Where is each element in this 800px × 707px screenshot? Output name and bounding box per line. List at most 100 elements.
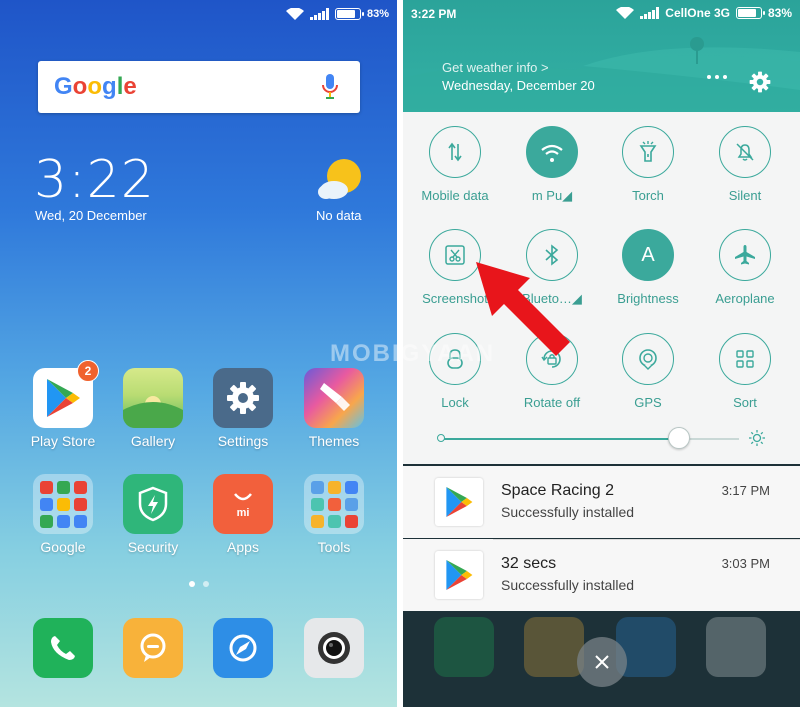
tile-label: Torch [632,188,664,203]
brightness-slider-thumb[interactable] [668,427,690,449]
camera-icon [304,618,364,678]
close-icon [595,655,609,669]
battery-icon [735,7,765,19]
brightness-high-icon [749,430,765,446]
gallery-icon [123,368,183,428]
page-indicator [189,581,209,587]
dock-phone[interactable] [23,618,103,678]
dock-browser[interactable] [203,618,283,678]
google-logo: Google [54,73,137,100]
signal-icon [640,7,660,19]
dimmed-phone-icon [434,617,494,677]
notification-subtitle: Successfully installed [501,504,635,520]
app-settings[interactable]: Settings [203,368,283,449]
shade-header: 3:22 PM CellOne 3G 83% Get weather info … [403,0,800,114]
bell-off-icon [719,126,771,178]
page-dot[interactable] [189,581,195,587]
tile-label: Sort [733,395,757,410]
svg-text:mi: mi [237,507,250,519]
notification-divider [493,539,800,540]
notification-title: 32 secs [501,555,557,572]
tile-label: Brightness [617,291,679,306]
torch-icon [622,126,674,178]
quick-settings-panel: Mobile data m Pu◢ Torch Silent Screensho… [403,112,800,464]
app-apps[interactable]: mi Apps [203,474,283,555]
app-folder-tools[interactable]: Tools [294,474,374,555]
wifi-icon [616,7,635,19]
app-security[interactable]: Security [113,474,193,555]
notification-badge: 2 [77,360,99,382]
clock-widget-date: Wed, 20 December [35,208,147,223]
notification-item[interactable]: Space Racing 2 Successfully installed 3:… [403,466,800,538]
rotate-lock-icon [526,333,578,385]
brush-icon [304,368,364,428]
app-gallery[interactable]: Gallery [113,368,193,449]
weather-info-link[interactable]: Get weather info > [442,60,549,75]
bluetooth-icon [526,229,578,281]
tile-label: GPS [634,395,662,410]
status-bar: 83% [285,6,389,22]
dimmed-message-icon [524,617,584,677]
tools-folder-icon [304,474,364,534]
tile-rotate-off[interactable]: Rotate off [504,333,600,410]
tile-label: Aeroplane [715,291,775,306]
app-label: Tools [317,539,351,555]
tile-aeroplane[interactable]: Aeroplane [697,229,793,306]
tile-torch[interactable]: Torch [600,126,696,203]
tile-label: Screenshot [422,291,488,306]
tile-bluetooth[interactable]: Blueto…◢ [504,229,600,307]
app-label: Apps [227,539,259,555]
weather-icon[interactable] [318,158,364,202]
wifi-icon [526,126,578,178]
tile-wifi[interactable]: m Pu◢ [504,126,600,204]
brightness-slider-fill [439,438,679,440]
app-label: Settings [217,433,269,449]
tile-label: Blueto…◢ [522,291,582,306]
notification-item[interactable]: 32 secs Successfully installed 3:03 PM [403,539,800,611]
dock-camera[interactable] [294,618,374,678]
tile-label: m Pu◢ [531,188,573,203]
app-label: Security [127,539,179,555]
tile-sort[interactable]: Sort [697,333,793,410]
tile-label: Lock [441,395,469,410]
tile-screenshot[interactable]: Screenshot [407,229,503,306]
signal-icon [309,8,329,20]
brightness-slider-track[interactable] [439,438,739,440]
close-shade-button[interactable] [577,637,627,687]
airplane-icon [719,229,771,281]
notification-subtitle: Successfully installed [501,577,635,593]
dock-messages[interactable] [113,618,193,678]
mi-store-icon: mi [213,474,273,534]
tile-gps[interactable]: GPS [600,333,696,410]
page-dot[interactable] [203,581,209,587]
play-store-icon [435,478,483,526]
browser-icon [213,618,273,678]
watermark: MOBIGYAAN [330,340,496,367]
brightness-low-icon [437,434,445,442]
app-label: Google [40,539,86,555]
notification-title: Space Racing 2 [501,482,614,499]
tile-silent[interactable]: Silent [697,126,793,203]
google-search-bar[interactable]: Google [38,61,360,113]
shade-date: Wednesday, December 20 [442,78,595,93]
tile-brightness[interactable]: A Brightness [600,229,696,306]
app-label: Themes [308,433,360,449]
settings-gear-icon[interactable] [749,71,771,93]
status-bar: 3:22 PM CellOne 3G 83% [411,6,792,22]
tile-mobile-data[interactable]: Mobile data [407,126,503,203]
brightness-auto-icon: A [622,229,674,281]
play-store-icon: 2 [33,360,99,428]
app-themes[interactable]: Themes [294,368,374,449]
wifi-icon [285,8,304,20]
app-folder-google[interactable]: Google [23,474,103,555]
microphone-icon[interactable] [322,74,338,100]
gear-icon [213,368,273,428]
gps-icon [622,333,674,385]
tile-label: Rotate off [523,395,581,410]
brightness-auto-glyph: A [641,243,655,266]
more-options-icon[interactable] [707,75,727,79]
clock-widget-time[interactable]: 3:22 [34,150,155,210]
battery-percent: 83% [767,6,792,20]
app-label: Gallery [130,433,176,449]
app-play-store[interactable]: 2 Play Store [23,360,103,449]
